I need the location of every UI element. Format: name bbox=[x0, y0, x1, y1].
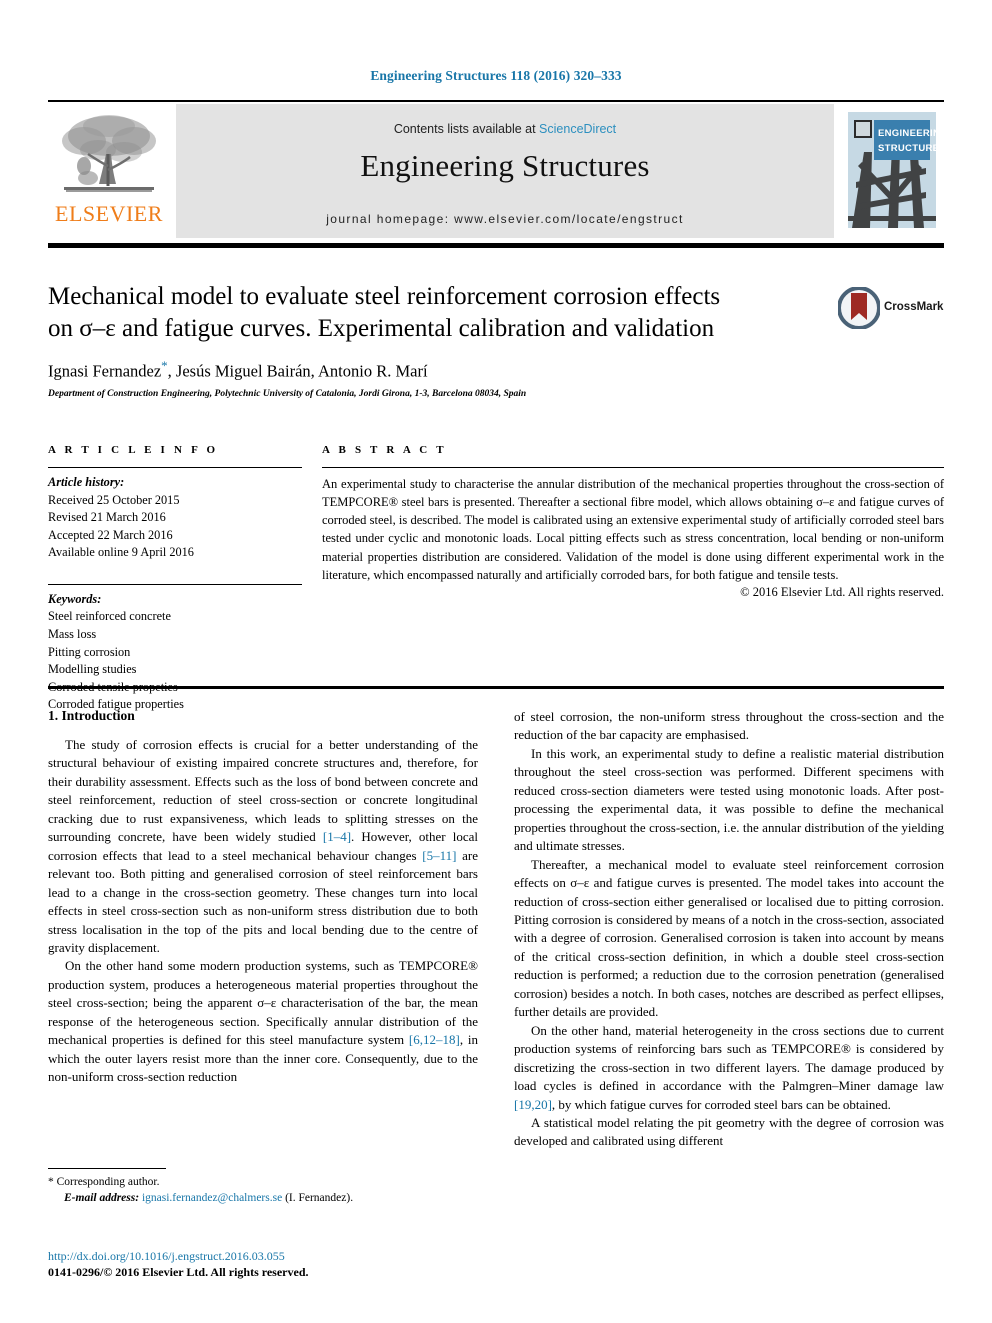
keyword-item: Pitting corrosion bbox=[48, 644, 131, 659]
history-item: Revised 21 March 2016 bbox=[48, 510, 166, 525]
author-list: Ignasi Fernandez*, Jesús Miguel Bairán, … bbox=[48, 358, 848, 382]
contents-available-line: Contents lists available at ScienceDirec… bbox=[176, 122, 834, 136]
doi-link[interactable]: http://dx.doi.org/10.1016/j.engstruct.20… bbox=[48, 1248, 478, 1264]
body-column-gap bbox=[478, 708, 514, 1151]
keyword-item: Modelling studies bbox=[48, 662, 137, 677]
contents-prefix: Contents lists available at bbox=[393, 122, 540, 136]
keywords-label: Keywords: bbox=[48, 591, 102, 606]
title-block: Mechanical model to evaluate steel reinf… bbox=[48, 281, 848, 399]
article-history-label: Article history: bbox=[48, 475, 125, 489]
paragraph: A statistical model relating the pit geo… bbox=[514, 1114, 944, 1151]
paragraph: On the other hand, material heterogeneit… bbox=[514, 1022, 944, 1114]
paragraph-text: On the other hand, material heterogeneit… bbox=[514, 1022, 944, 1094]
info-abstract-section: A R T I C L E I N F O Article history: R… bbox=[48, 444, 944, 714]
journal-article-page: Engineering Structures 118 (2016) 320–33… bbox=[0, 0, 992, 1323]
elsevier-tree-icon bbox=[54, 110, 164, 202]
title-line-1: Mechanical model to evaluate steel reinf… bbox=[48, 283, 721, 310]
paragraph: On the other hand some modern production… bbox=[48, 957, 478, 1086]
crossmark-icon bbox=[837, 286, 881, 330]
keyword-item: Mass loss bbox=[48, 627, 97, 642]
body-top-rule bbox=[48, 686, 944, 689]
abstract-heading: A B S T R A C T bbox=[322, 444, 447, 456]
paragraph: In this work, an experimental study to d… bbox=[514, 745, 944, 856]
keywords-block: Keywords: Steel reinforced concrete Mass… bbox=[48, 585, 302, 714]
paragraph-text: In this work, an experimental study to d… bbox=[514, 745, 944, 854]
issn-copyright-line: 0141-0296/© 2016 Elsevier Ltd. All right… bbox=[48, 1265, 309, 1280]
keyword-item: Steel reinforced concrete bbox=[48, 609, 171, 624]
corresponding-author-note: * Corresponding author. bbox=[48, 1174, 478, 1190]
section-heading-introduction: 1. Introduction bbox=[48, 708, 135, 723]
footnote-block: * Corresponding author. E-mail address: … bbox=[48, 1168, 478, 1207]
title-line-2: on σ–ε and fatigue curves. Experimental … bbox=[48, 315, 715, 342]
corresponding-marker: * bbox=[48, 1176, 54, 1188]
article-body: 1. Introduction The study of corrosion e… bbox=[48, 708, 944, 1151]
email-label: E-mail address: bbox=[64, 1192, 140, 1205]
paragraph-text: are relevant too. Both pitting and gener… bbox=[48, 847, 478, 955]
crossmark-badge[interactable]: CrossMark bbox=[837, 286, 944, 343]
svg-text:STRUCTURES: STRUCTURES bbox=[878, 143, 936, 154]
footnote-rule bbox=[48, 1168, 166, 1169]
paragraph-text: of steel corrosion, the non-uniform stre… bbox=[514, 709, 944, 743]
masthead-center-panel: Contents lists available at ScienceDirec… bbox=[176, 104, 834, 238]
column-gap bbox=[302, 444, 322, 714]
citation-link[interactable]: [5–11] bbox=[422, 848, 456, 863]
page-title: Mechanical model to evaluate steel reinf… bbox=[48, 281, 848, 345]
email-suffix: (I. Fernandez). bbox=[285, 1192, 354, 1205]
crossmark-label: CrossMark bbox=[884, 301, 944, 313]
paragraph: The study of corrosion effects is crucia… bbox=[48, 736, 478, 957]
article-history-block: Article history: Received 25 October 201… bbox=[48, 468, 302, 562]
elsevier-wordmark: ELSEVIER bbox=[55, 201, 163, 226]
svg-text:ENGINEERING: ENGINEERING bbox=[878, 128, 936, 139]
history-item: Available online 9 April 2016 bbox=[48, 545, 194, 560]
authors-rest: , Jesús Miguel Bairán, Antonio R. Marí bbox=[167, 361, 428, 381]
paragraph-text: , by which fatigue curves for corroded s… bbox=[551, 1096, 891, 1112]
journal-homepage-link[interactable]: journal homepage: www.elsevier.com/locat… bbox=[176, 212, 834, 226]
paragraph: of steel corrosion, the non-uniform stre… bbox=[514, 708, 944, 745]
affiliation: Department of Construction Engineering, … bbox=[48, 388, 527, 399]
authors-text: Ignasi Fernandez bbox=[48, 361, 162, 381]
article-info-heading: A R T I C L E I N F O bbox=[48, 444, 219, 456]
running-head: Engineering Structures 118 (2016) 320–33… bbox=[370, 68, 622, 83]
email-note: E-mail address: ignasi.fernandez@chalmer… bbox=[48, 1190, 478, 1206]
right-column-paragraphs: of steel corrosion, the non-uniform stre… bbox=[514, 708, 944, 1151]
abstract-column: A B S T R A C T An experimental study to… bbox=[322, 444, 944, 714]
doi-block: http://dx.doi.org/10.1016/j.engstruct.20… bbox=[48, 1248, 478, 1280]
journal-title: Engineering Structures bbox=[360, 148, 650, 183]
paragraph-text: Thereafter, a mechanical model to evalua… bbox=[514, 856, 944, 1020]
corresponding-text: Corresponding author. bbox=[56, 1176, 160, 1188]
abstract-copyright: © 2016 Elsevier Ltd. All rights reserved… bbox=[740, 584, 944, 599]
history-item: Received 25 October 2015 bbox=[48, 492, 180, 507]
paragraph: Thereafter, a mechanical model to evalua… bbox=[514, 856, 944, 1022]
sciencedirect-link[interactable]: ScienceDirect bbox=[539, 122, 616, 136]
paragraph-text: A statistical model relating the pit geo… bbox=[514, 1114, 944, 1149]
citation-link[interactable]: [6,12–18] bbox=[409, 1032, 460, 1047]
abstract-text: An experimental study to characterise th… bbox=[322, 477, 944, 582]
left-column-paragraphs: The study of corrosion effects is crucia… bbox=[48, 736, 478, 1087]
body-column-right: of steel corrosion, the non-uniform stre… bbox=[514, 708, 944, 1151]
history-item: Accepted 22 March 2016 bbox=[48, 527, 173, 542]
masthead-bottom-rule bbox=[48, 243, 944, 248]
elsevier-logo: ELSEVIER bbox=[48, 104, 170, 238]
masthead-top-rule bbox=[48, 100, 944, 102]
journal-cover-thumbnail: ENGINEERING STRUCTURES bbox=[840, 104, 944, 238]
body-column-left: 1. Introduction The study of corrosion e… bbox=[48, 708, 478, 1151]
journal-masthead: ELSEVIER Contents lists available at Sci… bbox=[48, 104, 944, 238]
citation-link[interactable]: [19,20] bbox=[514, 1097, 552, 1112]
email-link[interactable]: ignasi.fernandez@chalmers.se bbox=[142, 1192, 282, 1204]
article-info-column: A R T I C L E I N F O Article history: R… bbox=[48, 444, 302, 714]
citation-link[interactable]: [1–4] bbox=[323, 829, 351, 844]
